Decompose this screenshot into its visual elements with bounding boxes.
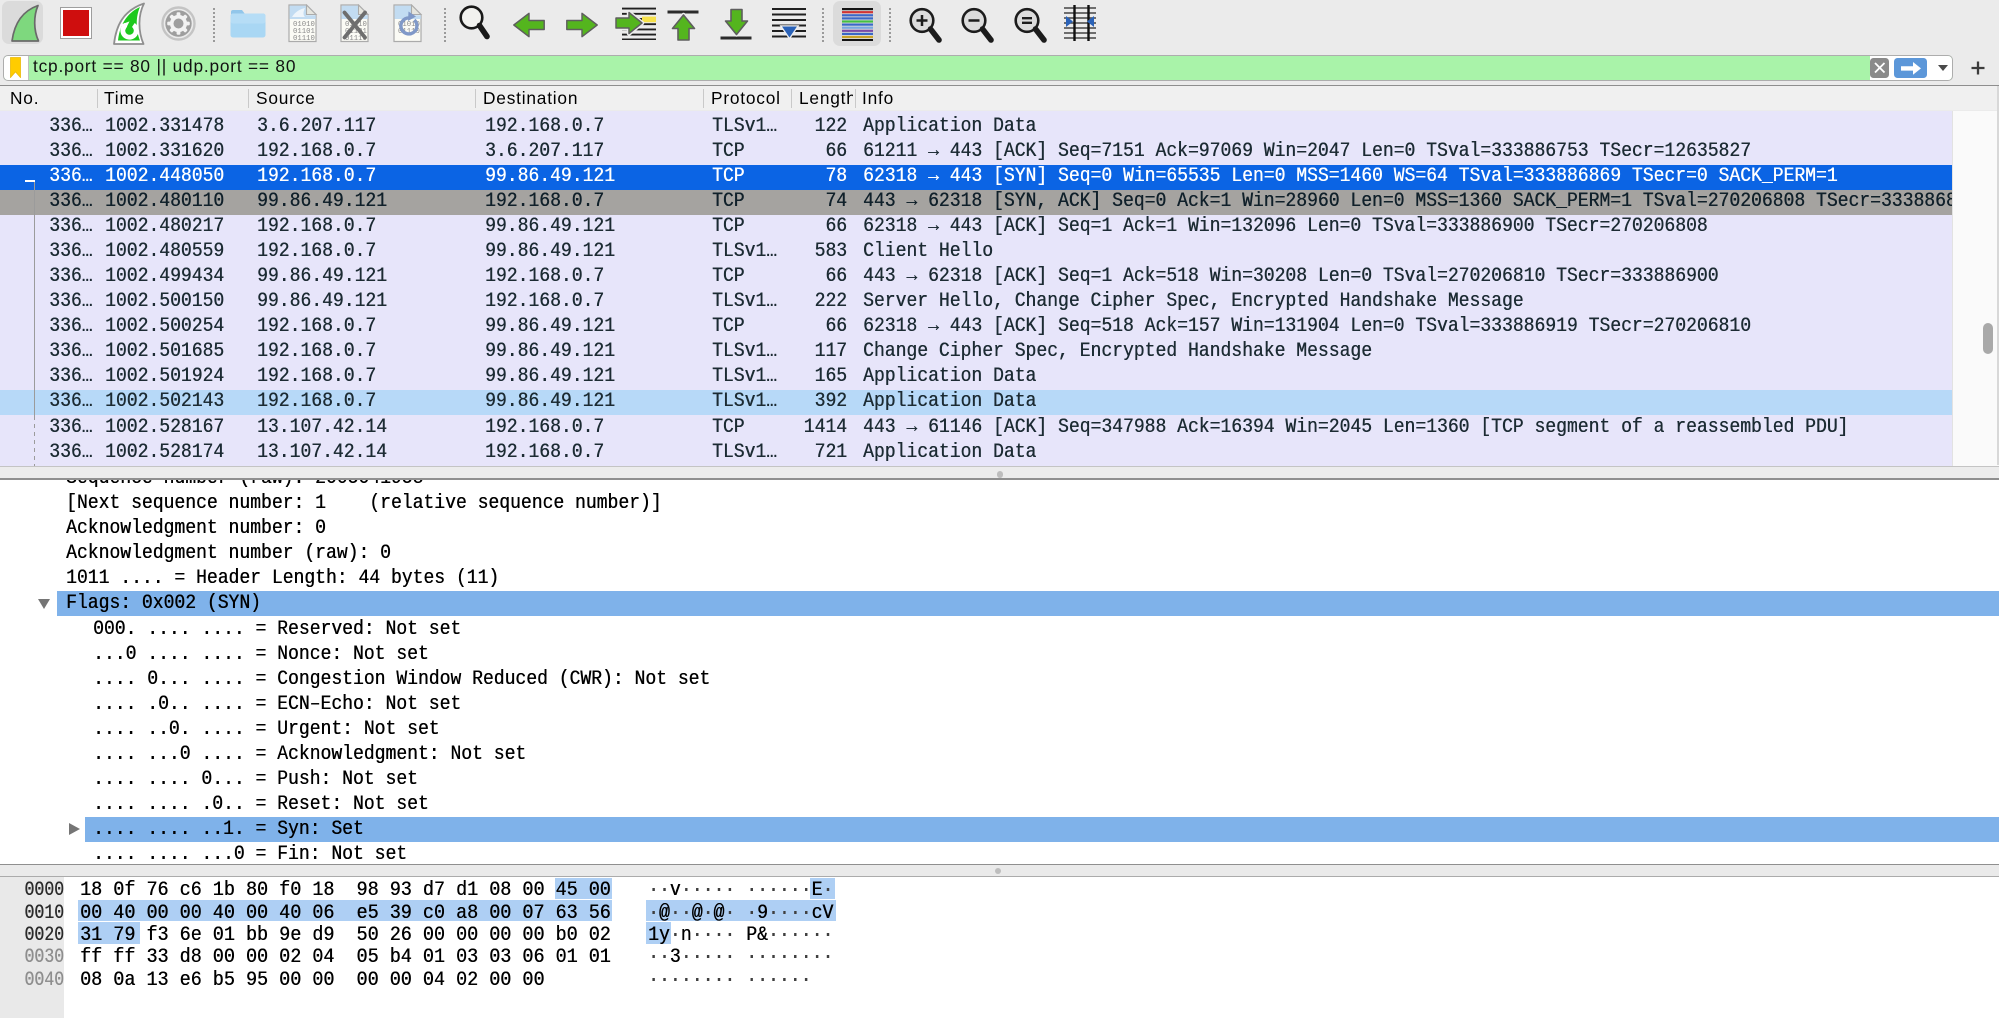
svg-text:01110: 01110 — [293, 35, 315, 43]
